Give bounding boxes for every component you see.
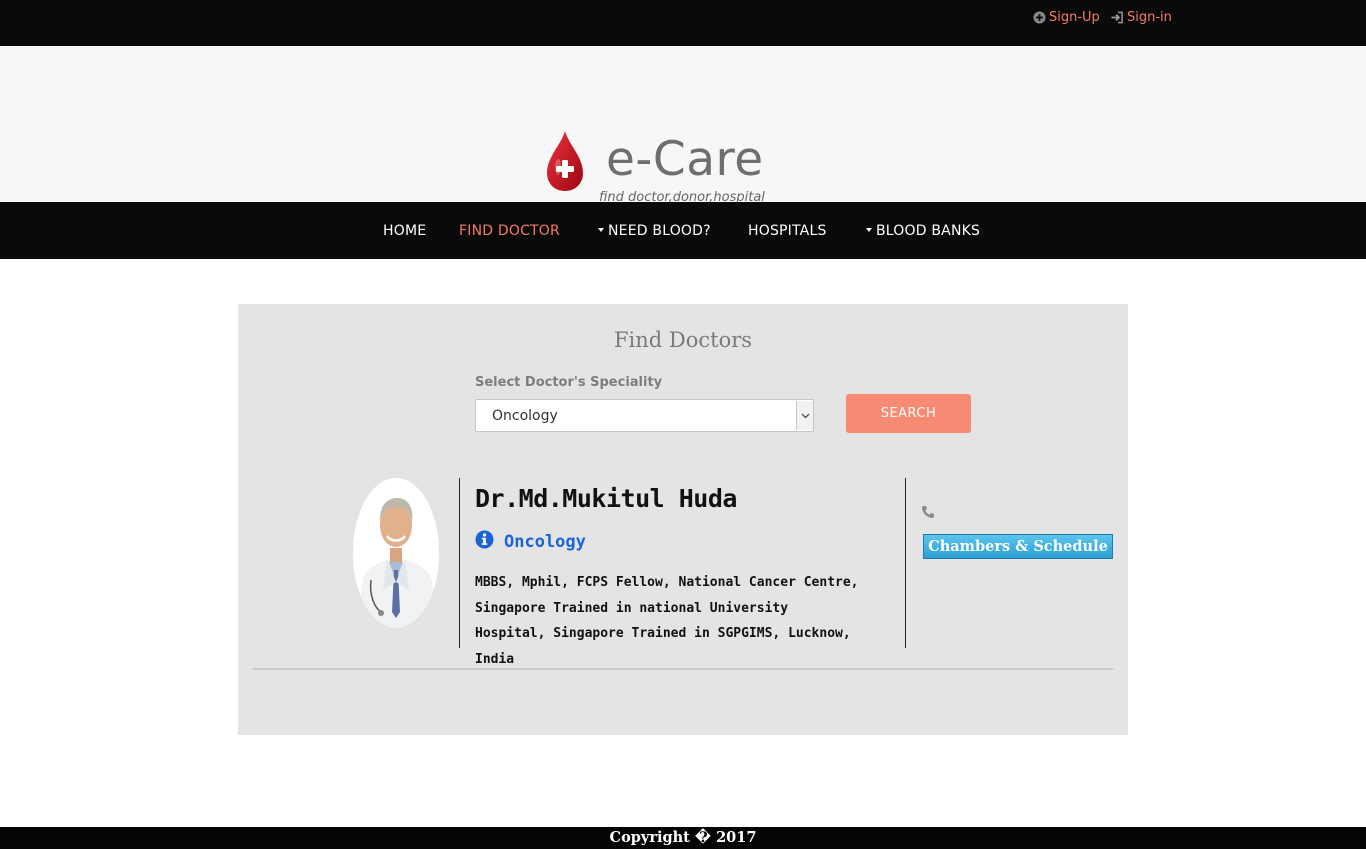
doctor-speciality: Oncology [475,530,586,553]
speciality-select-value: Oncology [492,408,558,424]
result-separator [253,668,1113,670]
caret-down-icon [598,228,604,232]
speciality-text: Oncology [504,531,586,552]
find-doctors-panel: Find Doctors Select Doctor's Speciality … [238,304,1128,735]
nav-item-label: NEED BLOOD? [608,223,711,239]
nav-item-label: BLOOD BANKS [876,223,981,239]
brand-title[interactable]: e-Care [606,132,764,188]
nav-item-need-blood[interactable]: NEED BLOOD? [598,223,711,239]
plus-circle-icon [1033,11,1046,24]
doctor-name[interactable]: Dr.Md.Mukitul Huda [475,484,737,513]
auth-links: Sign-Up Sign-in [1033,10,1172,28]
divider [905,478,906,648]
nav-item-home[interactable]: HOME [383,223,426,239]
doctor-avatar [353,478,439,628]
top-bar: Sign-Up Sign-in [0,0,1366,46]
nav-item-hospitals[interactable]: HOSPITALS [748,223,827,239]
caret-down-icon [866,228,872,232]
speciality-label: Select Doctor's Speciality [475,375,663,390]
footer: Copyright � 2017 [0,827,1366,849]
chambers-schedule-button[interactable]: Chambers & Schedule [923,534,1113,559]
chevron-down-icon[interactable] [796,401,813,430]
nav-item-find-doctor[interactable]: FIND DOCTOR [459,223,560,239]
signin-link[interactable]: Sign-in [1110,10,1172,25]
search-button[interactable]: SEARCH [846,394,971,433]
info-circle-icon [475,530,494,553]
doctor-qualifications: MBBS, Mphil, FCPS Fellow, National Cance… [475,575,859,667]
copyright-text: Copyright � 2017 [609,829,757,846]
signin-label: Sign-in [1126,10,1172,25]
nav-item-label: FIND DOCTOR [459,223,560,239]
signup-link[interactable]: Sign-Up [1033,10,1100,25]
phone-icon [921,504,935,523]
panel-title: Find Doctors [613,328,753,352]
blood-drop-cross-icon[interactable] [545,129,585,197]
divider [459,478,460,648]
brand-header: e-Care find doctor,donor,hospital [0,46,1366,205]
signup-label: Sign-Up [1049,10,1100,25]
main-nav: HOME FIND DOCTOR NEED BLOOD? HOSPITALS B… [0,202,1366,259]
nav-item-label: HOME [383,223,427,239]
speciality-select[interactable]: Oncology [475,399,814,432]
nav-item-blood-banks[interactable]: BLOOD BANKS [866,223,980,239]
nav-item-label: HOSPITALS [748,223,827,239]
sign-in-icon [1110,11,1124,24]
